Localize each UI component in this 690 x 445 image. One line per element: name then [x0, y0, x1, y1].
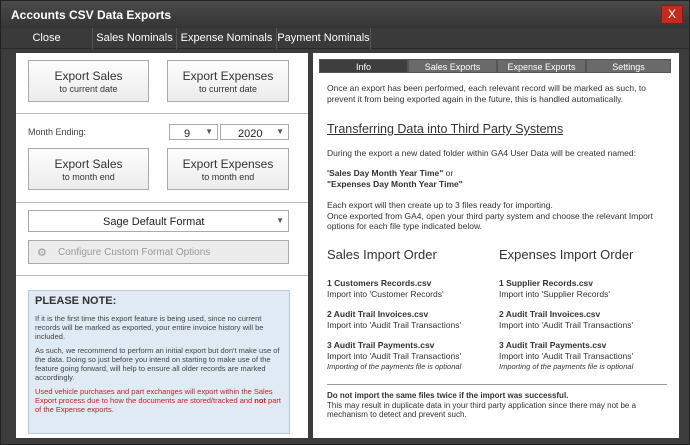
import-file-name: 2 Audit Trail Invoices.csv [499, 309, 601, 319]
left-panel: Export Sales to current date Export Expe… [16, 53, 308, 438]
export-window: Accounts CSV Data Exports X Close Sales … [0, 0, 690, 445]
sales-import-item: 2 Audit Trail Invoices.csv Import into '… [327, 309, 497, 330]
expense-import-item: 1 Supplier Records.csv Import into 'Supp… [499, 278, 669, 299]
divider [16, 202, 308, 203]
divider [16, 113, 308, 114]
window-title: Accounts CSV Data Exports [11, 8, 172, 22]
duplicate-warning: Do not import the same files twice if th… [327, 391, 672, 420]
tab-info[interactable]: Info [319, 59, 408, 73]
button-label: Export Sales [54, 69, 123, 83]
right-panel: Info Sales Exports Expense Exports Setti… [313, 53, 679, 438]
chevron-down-icon: ▼ [276, 216, 284, 225]
import-description: Import into 'Audit Trail Transactions' [499, 350, 634, 361]
note-warning-text: Used vehicle purchases and part exchange… [35, 387, 273, 405]
note-title: PLEASE NOTE: [35, 295, 117, 307]
button-sublabel: to month end [201, 172, 255, 182]
expense-import-item: 3 Audit Trail Payments.csv Import into '… [499, 340, 669, 373]
format-select[interactable]: Sage Default Format ▼ [28, 210, 289, 232]
folder-names: 'Sales Day Month Year Time" or "Expenses… [327, 168, 667, 189]
tab-sales-exports[interactable]: Sales Exports [408, 59, 497, 73]
button-label: Export Expenses [182, 69, 274, 83]
intro-text: Once an export has been performed, each … [327, 83, 646, 104]
import-description: Import into 'Audit Trail Transactions' [327, 319, 462, 330]
note-paragraph: If it is the first time this export feat… [35, 314, 264, 341]
import-optional-note: Importing of the payments file is option… [499, 362, 634, 371]
format-value: Sage Default Format [103, 216, 205, 228]
sales-import-item: 3 Audit Trail Payments.csv Import into '… [327, 340, 497, 373]
warning-text: This may result in duplicate data in you… [327, 400, 637, 420]
import-file-name: 3 Audit Trail Payments.csv [499, 340, 607, 350]
export-expenses-month-button[interactable]: Export Expenses to month end [167, 148, 289, 190]
folder-text: During the export a new dated folder wit… [327, 148, 636, 158]
button-label: Export Sales [54, 157, 123, 171]
chevron-down-icon: ▼ [276, 127, 284, 136]
expenses-import-heading: Expenses Import Order [499, 247, 634, 262]
info-tabs: Info Sales Exports Expense Exports Setti… [319, 59, 671, 73]
sales-import-item: 1 Customers Records.csv Import into 'Cus… [327, 278, 497, 299]
folder-or: or [443, 168, 454, 178]
note-warning-emphasis: not [254, 396, 266, 405]
menu-bar: Close Sales Nominals Expense Nominals Pa… [1, 28, 689, 49]
menu-close[interactable]: Close [1, 28, 93, 49]
note-paragraph: As such, we recommend to perform an init… [35, 346, 280, 382]
expense-import-item: 2 Audit Trail Invoices.csv Import into '… [499, 309, 669, 330]
import-file-name: 1 Supplier Records.csv [499, 278, 594, 288]
configure-label: Configure Custom Format Options [58, 247, 211, 258]
title-bar: Accounts CSV Data Exports X [1, 1, 689, 28]
export-expenses-current-button[interactable]: Export Expenses to current date [167, 60, 289, 102]
close-icon[interactable]: X [661, 5, 683, 24]
menu-expense-nominals[interactable]: Expense Nominals [177, 28, 277, 49]
button-sublabel: to current date [198, 84, 258, 94]
month-value: 9 [184, 128, 191, 140]
import-description: Import into 'Supplier Records' [499, 288, 610, 299]
please-note-box: PLEASE NOTE: If it is the first time thi… [28, 290, 290, 434]
gear-icon: ⚙ [37, 247, 47, 259]
button-label: Export Expenses [182, 157, 274, 171]
menu-payment-nominals[interactable]: Payment Nominals [277, 28, 371, 49]
note-warning: Used vehicle purchases and part exchange… [35, 387, 283, 414]
sales-import-heading: Sales Import Order [327, 247, 437, 262]
month-ending-label: Month Ending: [28, 127, 87, 137]
import-optional-note: Importing of the payments file is option… [327, 362, 462, 371]
files-text: Each export will then create up to 3 fil… [327, 200, 653, 231]
menu-sales-nominals[interactable]: Sales Nominals [93, 28, 177, 49]
year-select[interactable]: 2020 ▼ [220, 124, 289, 140]
year-value: 2020 [238, 128, 263, 140]
export-sales-current-button[interactable]: Export Sales to current date [28, 60, 149, 102]
button-sublabel: to month end [62, 172, 115, 182]
month-select[interactable]: 9 ▼ [169, 124, 218, 140]
import-file-name: 3 Audit Trail Payments.csv [327, 340, 435, 350]
divider [327, 384, 667, 385]
import-file-name: 2 Audit Trail Invoices.csv [327, 309, 429, 319]
transfer-heading: Transferring Data into Third Party Syste… [327, 122, 564, 136]
chevron-down-icon: ▼ [205, 127, 213, 136]
import-description: Import into 'Audit Trail Transactions' [327, 350, 462, 361]
export-sales-month-button[interactable]: Export Sales to month end [28, 148, 149, 190]
tab-expense-exports[interactable]: Expense Exports [497, 59, 586, 73]
configure-custom-format-button[interactable]: ⚙ Configure Custom Format Options [28, 240, 289, 264]
import-description: Import into 'Customer Records' [327, 288, 444, 299]
tab-settings[interactable]: Settings [586, 59, 671, 73]
folder-name-sales: 'Sales Day Month Year Time" [327, 168, 444, 178]
button-sublabel: to current date [59, 84, 118, 94]
warning-title: Do not import the same files twice if th… [327, 391, 569, 400]
import-file-name: 1 Customers Records.csv [327, 278, 432, 288]
divider [16, 275, 308, 276]
import-description: Import into 'Audit Trail Transactions' [499, 319, 634, 330]
folder-name-expenses: "Expenses Day Month Year Time" [327, 178, 463, 189]
